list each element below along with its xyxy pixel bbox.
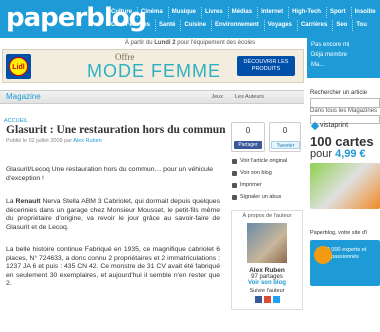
- print-icon: [232, 182, 237, 188]
- action-print[interactable]: Imprimer: [232, 182, 262, 188]
- article-title: Glasurit : Une restauration hors du comm…: [6, 124, 226, 136]
- facebook-icon[interactable]: [254, 296, 262, 303]
- meta-date: Publié le 02 juillet 2009 par: [6, 138, 73, 144]
- tab-jeux[interactable]: Jeux: [211, 94, 223, 100]
- magazine-title[interactable]: Magazine: [6, 92, 41, 101]
- vistaprint-logo: vistaprint: [310, 121, 349, 130]
- nav-item-high-tech[interactable]: High-Tech: [288, 7, 324, 18]
- lidl-logo: Lidl: [6, 54, 31, 79]
- blog-icon: [232, 170, 237, 176]
- action-label: Voir son blog: [240, 170, 272, 176]
- paperblog-promo-line: Paperblog, votre site d'i: [310, 230, 368, 236]
- facebook-count: 0: [245, 126, 251, 135]
- magazine-tabs: Jeux Les Auteurs: [211, 94, 264, 100]
- tab-les-auteurs[interactable]: Les Auteurs: [235, 94, 264, 100]
- action-label: Voir l'article original: [240, 158, 288, 164]
- author-link[interactable]: Alex Ruben: [73, 138, 101, 144]
- action-original-article[interactable]: Voir l'article original: [232, 158, 287, 164]
- nav-row-1: Culture Cinéma Musique Livres Médias Internet…: [108, 6, 380, 19]
- promo-prefix: À partir du: [124, 40, 153, 46]
- action-label: Imprimer: [240, 182, 262, 188]
- twitter-icon[interactable]: [272, 296, 280, 303]
- nav-item-cuisine[interactable]: Cuisine: [180, 20, 209, 31]
- nav-item-tou[interactable]: Tou: [352, 20, 370, 31]
- twitter-count: 0: [282, 126, 288, 135]
- article-paragraph: La belle histoire continue Fabriqué en 1…: [6, 246, 220, 288]
- promo-bold: Lundi 2: [154, 40, 176, 46]
- nav-item-voyages[interactable]: Voyages: [263, 20, 295, 31]
- twitter-share-button[interactable]: Tweeter: [271, 141, 300, 149]
- lidl-banner-ad[interactable]: Lidl Offre MODE FEMME DÉCOUVRIR LES PROD…: [2, 49, 304, 83]
- action-view-blog[interactable]: Voir son blog: [232, 170, 272, 176]
- author-box-heading: À propos de l'auteur: [242, 213, 292, 219]
- nav-item-m-dias[interactable]: Médias: [227, 7, 255, 18]
- paperblog-promo-box[interactable]: 12 000 experts et passionnés: [310, 240, 380, 286]
- site-header: paperblog Culture Cinéma Musique Livres Médi…: [0, 0, 380, 38]
- account-promo-line[interactable]: Déjà membre: [307, 48, 380, 58]
- author-name[interactable]: Alex Ruben: [232, 267, 302, 274]
- main-nav: Culture Cinéma Musique Livres Médias Internet…: [108, 6, 380, 32]
- price-value: 4,99 €: [335, 148, 366, 160]
- p2-bold: Renault: [15, 198, 41, 205]
- ad-cards-image: [310, 163, 380, 209]
- ad-headline: 100 cartes: [310, 134, 374, 149]
- nav-item-sant-[interactable]: Santé: [155, 20, 178, 31]
- account-promo-line[interactable]: Pas encore mi: [307, 38, 380, 48]
- link-icon: [232, 158, 237, 164]
- flag-icon: [232, 194, 237, 200]
- ad-price: pour 4,99 €: [310, 148, 366, 160]
- article-paragraph: Glasurit/Lecoq Une restauration hors du …: [6, 166, 214, 182]
- article: ACCUEIL Glasurit : Une restauration hors…: [0, 108, 227, 287]
- article-meta: Publié le 02 juillet 2009 par Alex Ruben: [6, 138, 227, 144]
- google-plus-icon[interactable]: [263, 296, 271, 303]
- facebook-share[interactable]: 0 Partager: [231, 122, 265, 152]
- facebook-share-button[interactable]: Partager: [234, 141, 262, 149]
- nav-item-musique[interactable]: Musique: [167, 7, 199, 18]
- account-promo-line[interactable]: Ma...: [307, 58, 380, 68]
- p2-prefix: La: [6, 198, 14, 205]
- banner-mode-femme: MODE FEMME: [87, 61, 221, 81]
- action-label: Signaler un abus: [240, 194, 282, 200]
- nav-item-environnement[interactable]: Environnement: [211, 20, 262, 31]
- action-report-abuse[interactable]: Signaler un abus: [232, 194, 281, 200]
- nav-item-carri-res[interactable]: Carrières: [296, 20, 330, 31]
- search-input[interactable]: [310, 98, 380, 108]
- nav-row-2: Ciné Femmes Santé Cuisine Environnement Voya…: [108, 19, 380, 32]
- account-promo[interactable]: Pas encore mi Déjà membre Ma...: [307, 38, 380, 78]
- magazine-bar: Magazine Jeux Les Auteurs: [0, 90, 304, 104]
- nav-item-seo[interactable]: Seo: [332, 20, 350, 31]
- search-label: Rechercher un article: [310, 90, 368, 96]
- page: paperblog Culture Cinéma Musique Livres Médi…: [0, 0, 380, 332]
- promo-suffix: pour l'équipement des écoles: [177, 40, 256, 46]
- author-avatar[interactable]: [247, 223, 287, 263]
- nav-item-insolite[interactable]: Insolite: [350, 7, 379, 18]
- nav-item-sport[interactable]: Sport: [325, 7, 349, 18]
- nav-item-cin-femmes[interactable]: Ciné Femmes: [108, 20, 153, 31]
- author-box: À propos de l'auteur Alex Ruben 97 parta…: [231, 210, 303, 310]
- article-paragraph: La Renault Nerva Stella ABM 3 Cabriolet,…: [6, 198, 220, 232]
- twitter-share[interactable]: 0 Tweeter: [269, 122, 301, 152]
- nav-item-livres[interactable]: Livres: [201, 7, 226, 18]
- follow-icons: [232, 296, 302, 303]
- badge-icon: [314, 246, 332, 264]
- vistaprint-check-icon: [310, 121, 320, 130]
- magazine-filter-label: Dans tous les Magazines: [310, 108, 378, 114]
- nav-item-culture[interactable]: Culture: [108, 7, 135, 18]
- banner-cta-button[interactable]: DÉCOUVRIR LES PRODUITS: [237, 56, 295, 76]
- vistaprint-brand: vistaprint: [320, 122, 349, 129]
- price-prefix: pour: [310, 148, 333, 160]
- lidl-logo-text: Lidl: [9, 57, 28, 76]
- nav-item-internet[interactable]: Internet: [257, 7, 286, 18]
- author-blog-link[interactable]: Voir son blog: [232, 280, 302, 286]
- nav-item-cin-ma[interactable]: Cinéma: [137, 7, 166, 18]
- follow-author-label: Suivre l'auteur: [249, 288, 285, 294]
